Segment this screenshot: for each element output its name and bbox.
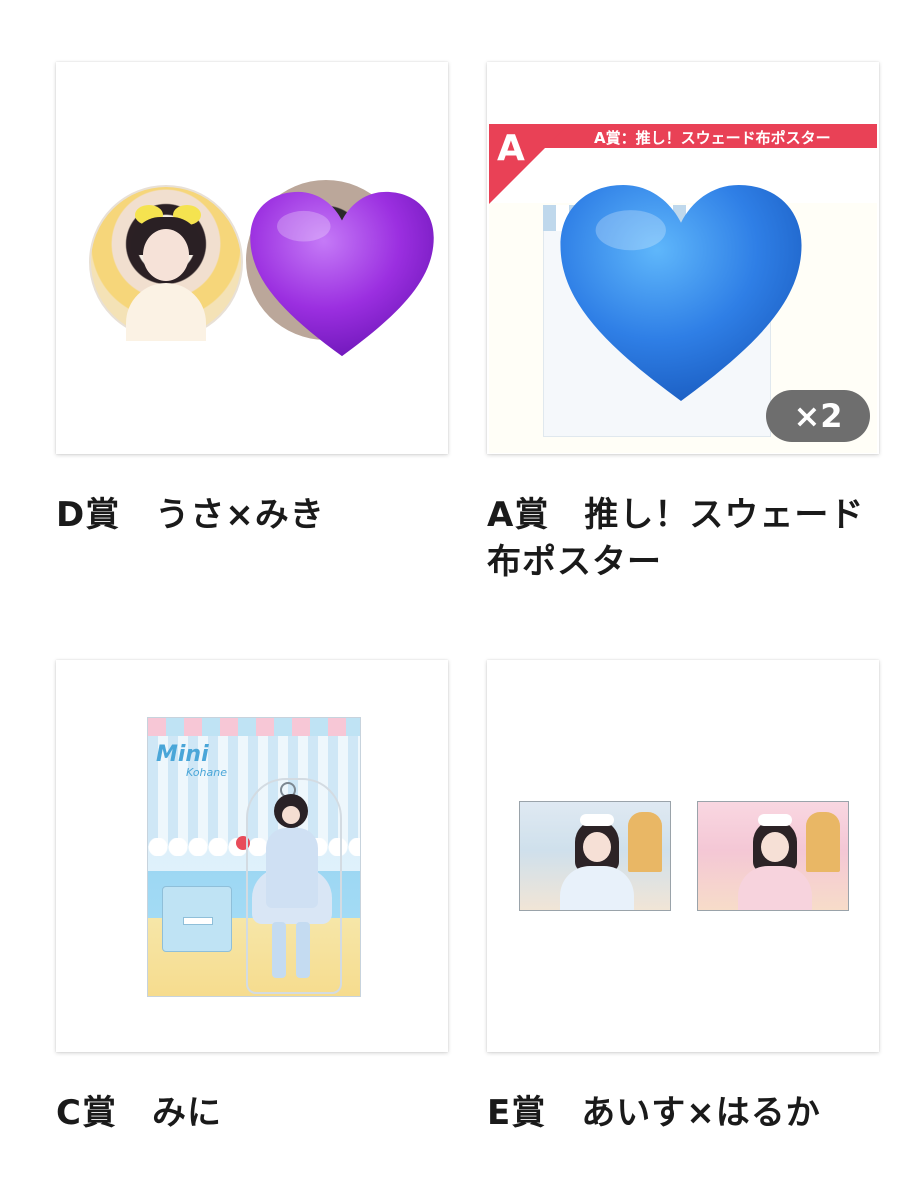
prize-card-a[interactable]: A A賞：推し！スウェード布ポスター ×2 A賞 推し！スウェード布ポスター (487, 62, 879, 586)
figure-face (282, 806, 300, 824)
prize-title[interactable]: C賞 みに (56, 1090, 448, 1137)
prize-card-d[interactable]: D賞 うさ×みき (56, 62, 448, 539)
face (761, 832, 789, 862)
prize-card-c[interactable]: Mini Kohane C賞 みに (56, 660, 448, 1137)
ice-cream-cone (806, 812, 840, 872)
stand-logo: Mini (156, 742, 209, 767)
banner-label: A賞：推し！スウェード布ポスター (594, 129, 831, 147)
stand-awning (148, 718, 360, 736)
can-badge-photo (89, 185, 243, 341)
dress (560, 866, 634, 910)
figure-body (266, 828, 318, 908)
prize-image-e[interactable] (487, 660, 879, 1052)
blue-heart-icon (560, 185, 802, 401)
prize-image-c[interactable]: Mini Kohane (56, 660, 448, 1052)
prize-title[interactable]: A賞 推し！スウェード布ポスター (487, 492, 879, 586)
base-slot (183, 917, 213, 925)
acrylic-stand: Mini Kohane (147, 717, 361, 997)
photo-card-1 (519, 801, 671, 911)
prize-title[interactable]: D賞 うさ×みき (56, 492, 448, 539)
dress (126, 283, 206, 341)
prize-title[interactable]: E賞 あいす×はるか (487, 1090, 879, 1137)
photo-card-2 (697, 801, 849, 911)
headdress (758, 814, 792, 826)
banner-letter: A (497, 128, 525, 169)
purple-heart-icon (250, 191, 434, 357)
face (583, 832, 611, 862)
prize-card-e[interactable]: E賞 あいす×はるか (487, 660, 879, 1137)
headdress (580, 814, 614, 826)
prize-grid: D賞 うさ×みき A A賞：推し！スウェード布ポスター ×2 A賞 推し！スウェ… (0, 0, 916, 1200)
stand-logo-sub: Kohane (186, 766, 228, 779)
figure-leg-right (296, 922, 310, 978)
ice-cream-cone (628, 812, 662, 872)
stand-base-piece (162, 886, 232, 952)
quantity-badge: ×2 (766, 390, 870, 442)
dress (738, 866, 812, 910)
prize-image-d[interactable] (56, 62, 448, 454)
face (143, 229, 189, 281)
figure-leg-left (272, 922, 286, 978)
prize-image-a[interactable]: A A賞：推し！スウェード布ポスター ×2 (487, 62, 879, 454)
